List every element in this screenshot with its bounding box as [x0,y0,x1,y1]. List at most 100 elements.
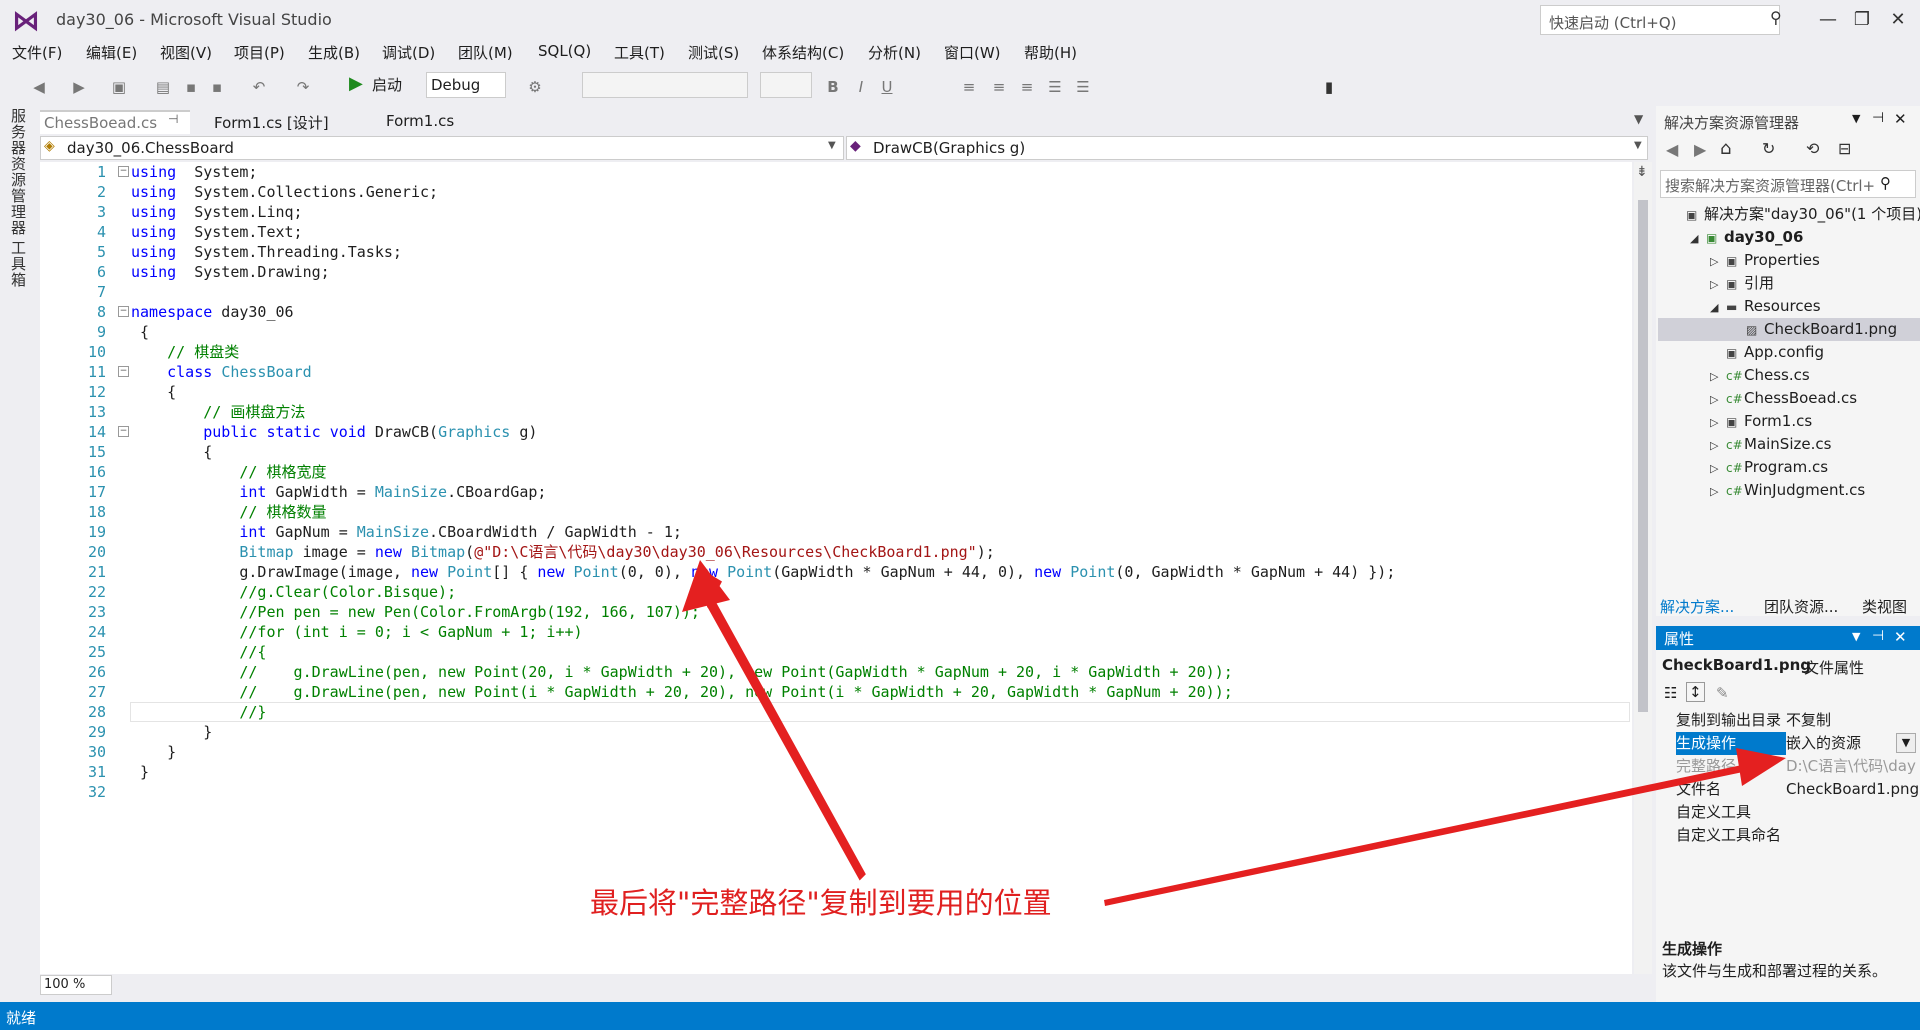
redo-icon[interactable]: ↷ [294,78,312,96]
menu-item[interactable]: 编辑(E) [86,42,137,63]
menu-item[interactable]: 项目(P) [234,42,285,63]
configuration-dropdown[interactable]: Debug [426,72,506,98]
pin-icon[interactable]: ⊣ [1872,628,1884,644]
menu-item[interactable]: 文件(F) [12,42,62,63]
member-dropdown[interactable]: DrawCB(Graphics g) [846,136,1648,160]
expand-arrow-icon[interactable]: ▷ [1710,480,1726,503]
chevron-down-icon[interactable]: ▼ [1896,733,1916,753]
fold-icon[interactable]: − [118,426,129,437]
refresh-icon[interactable]: ⟲ [1806,139,1819,158]
property-value[interactable]: CheckBoard1.png [1786,778,1918,801]
font-family-dropdown[interactable] [582,72,748,98]
pin-icon[interactable]: ⊣ [168,112,178,126]
tab-solution-explorer[interactable]: 解决方案... [1660,596,1734,617]
close-button[interactable]: ✕ [1878,6,1918,34]
expand-arrow-icon[interactable]: ▷ [1710,365,1726,388]
tree-item[interactable]: ▣ App.config [1710,341,1824,364]
tree-item[interactable]: ▷ ▣ 引用 [1710,272,1774,295]
back-icon[interactable]: ◀ [30,78,48,96]
menu-item[interactable]: 生成(B) [308,42,360,63]
chevron-down-icon[interactable]: ▼ [1634,140,1642,151]
collapse-all-icon[interactable]: ⊟ [1838,139,1851,158]
align-center-icon[interactable]: ≡ [990,78,1008,96]
tab-form1[interactable]: Form1.cs [382,110,458,134]
numbering-icon[interactable]: ☰ [1074,78,1092,96]
tree-item[interactable]: ▷ c#ChessBoead.cs [1710,387,1857,410]
align-right-icon[interactable]: ≡ [1018,78,1036,96]
property-value[interactable]: 不复制 [1786,709,1918,732]
menu-item[interactable]: 体系结构(C) [762,42,844,63]
menu-item[interactable]: 分析(N) [868,42,921,63]
menu-item[interactable]: 帮助(H) [1024,42,1077,63]
forward-icon[interactable]: ▶ [70,78,88,96]
menu-item[interactable]: 视图(V) [160,42,212,63]
tree-item[interactable]: ▣ 解决方案"day30_06"(1 个项目) [1670,203,1920,226]
start-button[interactable]: 启动 [372,74,402,95]
expand-arrow-icon[interactable]: ◢ [1690,227,1706,250]
save-icon[interactable]: ▪ [182,78,200,96]
split-icon[interactable]: ⇟ [1636,164,1648,180]
property-value[interactable]: D:\C语言\代码\day [1786,755,1918,778]
panel-menu-icon[interactable]: ▼ [1852,112,1860,125]
zoom-dropdown[interactable]: 100 % [40,975,112,995]
property-name[interactable]: 复制到输出目录 [1676,709,1781,732]
underline-icon[interactable]: U [878,78,896,96]
expand-arrow-icon[interactable]: ▷ [1710,273,1726,296]
menu-item[interactable]: 窗口(W) [944,42,1001,63]
bookmark-icon[interactable]: ▮ [1320,78,1338,96]
tab-team-explorer[interactable]: 团队资源... [1764,596,1838,617]
start-icon[interactable]: ▶ [349,73,363,94]
expand-arrow-icon[interactable]: ▷ [1710,457,1726,480]
menu-item[interactable]: 测试(S) [688,42,739,63]
tab-overflow-icon[interactable]: ▼ [1634,112,1643,126]
property-pages-icon[interactable]: ✎ [1716,684,1729,702]
chevron-down-icon[interactable]: ▼ [828,140,836,151]
tree-item[interactable]: ▨ CheckBoard1.png [1730,318,1897,341]
editor-horizontal-scrollbar[interactable] [40,974,1652,996]
tree-item[interactable]: ◢ ▬ Resources [1710,295,1821,318]
bullets-icon[interactable]: ☰ [1046,78,1064,96]
fold-icon[interactable]: − [118,166,129,177]
tree-item[interactable]: ▷ c#WinJudgment.cs [1710,479,1865,502]
home-icon[interactable]: ⌂ [1720,138,1731,159]
panel-menu-icon[interactable]: ▼ [1852,630,1860,643]
categorized-icon[interactable]: ☷ [1664,684,1677,702]
restore-button[interactable]: ❐ [1842,6,1882,34]
menu-item[interactable]: 工具(T) [614,42,665,63]
solution-search-input[interactable]: 搜索解决方案资源管理器(Ctrl+ [1660,170,1916,198]
undo-icon[interactable]: ↶ [250,78,268,96]
property-name[interactable]: 文件名 [1676,778,1721,801]
forward-icon[interactable]: ▶ [1694,140,1706,159]
expand-arrow-icon[interactable]: ▷ [1710,411,1726,434]
fold-icon[interactable]: − [118,306,129,317]
tab-form1-design[interactable]: Form1.cs [设计] [210,110,333,134]
save-all-icon[interactable]: ▪ [208,78,226,96]
pin-icon[interactable]: ⊣ [1872,110,1884,126]
tree-item[interactable]: ▷ c#Chess.cs [1710,364,1810,387]
expand-arrow-icon[interactable]: ▷ [1710,434,1726,457]
menu-item[interactable]: 调试(D) [382,42,435,63]
search-icon[interactable]: ⚲ [1880,174,1891,192]
close-icon[interactable]: ✕ [1894,110,1907,128]
tab-class-view[interactable]: 类视图 [1862,596,1907,617]
tree-item[interactable]: ◢ ▣ day30_06 [1690,226,1803,249]
property-name[interactable]: 自定义工具命名 [1676,824,1781,847]
search-icon[interactable]: ⚲ [1770,8,1782,27]
server-explorer-tab[interactable]: 服务器资源管理器 [8,108,29,236]
fold-icon[interactable]: − [118,366,129,377]
italic-icon[interactable]: I [852,78,870,96]
alphabetical-icon[interactable]: ↕ [1686,682,1705,702]
open-file-icon[interactable]: ▤ [154,78,172,96]
property-name[interactable]: 生成操作 [1676,732,1736,755]
tree-item[interactable]: ▷ c#MainSize.cs [1710,433,1831,456]
expand-arrow-icon[interactable]: ◢ [1710,296,1726,319]
font-size-dropdown[interactable] [760,72,812,98]
property-name[interactable]: 完整路径 [1676,755,1736,778]
class-dropdown[interactable]: day30_06.ChessBoard [40,136,844,160]
align-left-icon[interactable]: ≡ [960,78,978,96]
menu-item[interactable]: 团队(M) [458,42,513,63]
expand-arrow-icon[interactable]: ▷ [1710,388,1726,411]
bold-icon[interactable]: B [824,78,842,96]
property-value[interactable] [1786,801,1918,824]
scrollbar-thumb[interactable] [1638,200,1648,712]
